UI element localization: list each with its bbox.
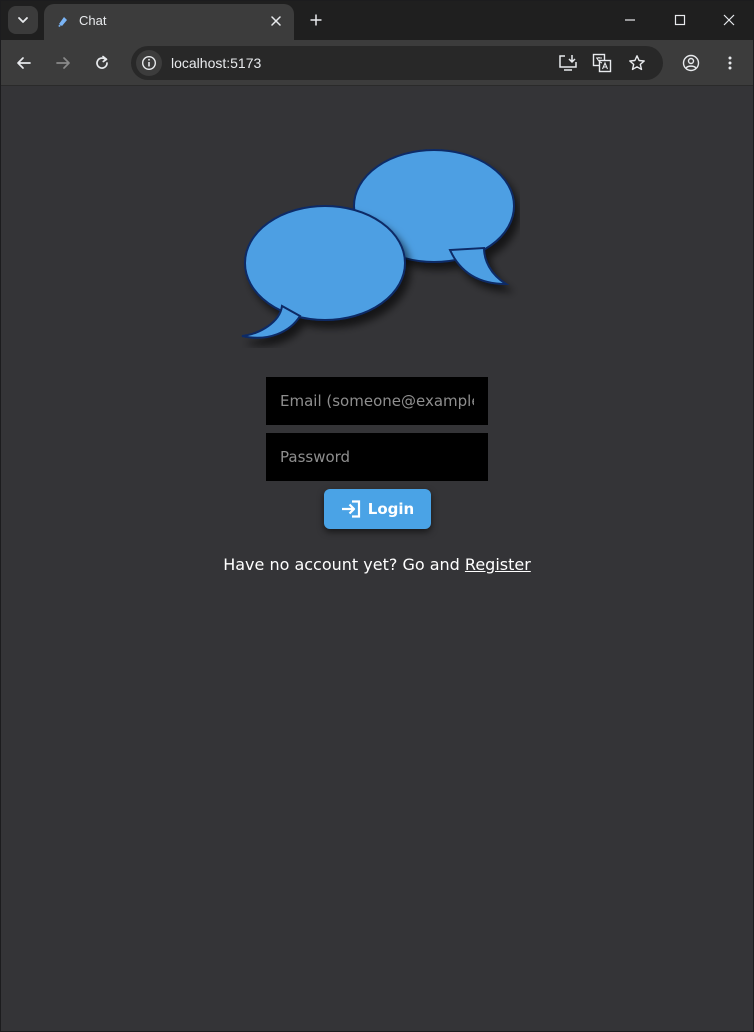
register-prompt: Have no account yet? Go and Register (0, 555, 754, 574)
url-text[interactable]: localhost:5173 (171, 55, 261, 71)
bookmark-button[interactable] (626, 52, 648, 74)
translate-button[interactable] (591, 52, 613, 74)
address-bar[interactable]: localhost:5173 (131, 46, 663, 80)
login-arrow-icon (341, 500, 360, 518)
star-icon (629, 55, 645, 71)
tab-search-button[interactable] (8, 6, 38, 34)
close-icon (723, 14, 735, 26)
register-link[interactable]: Register (465, 555, 531, 574)
install-app-icon (559, 55, 577, 71)
menu-button[interactable] (717, 50, 743, 76)
site-info-button[interactable] (136, 50, 162, 76)
maximize-button[interactable] (655, 0, 705, 40)
new-tab-button[interactable] (304, 9, 328, 31)
tab-close-button[interactable] (268, 13, 284, 29)
reload-button[interactable] (89, 50, 115, 76)
reload-icon (96, 55, 108, 69)
favicon-icon (58, 17, 67, 27)
translate-icon (592, 53, 612, 73)
password-input[interactable] (266, 433, 488, 481)
email-input[interactable] (266, 377, 488, 425)
close-icon (271, 16, 281, 26)
register-prompt-text: Have no account yet? Go and (223, 555, 460, 574)
browser-toolbar: localhost:5173 (0, 40, 754, 86)
back-arrow-icon (17, 57, 31, 69)
login-button-label: Login (367, 500, 415, 518)
info-icon (141, 55, 157, 71)
window-close-button[interactable] (704, 0, 754, 40)
minimize-button[interactable] (605, 0, 655, 40)
plus-icon (310, 14, 322, 26)
chevron-down-icon (18, 17, 28, 23)
forward-arrow-icon (56, 57, 70, 69)
minimize-icon (625, 19, 635, 21)
more-vert-icon (728, 56, 732, 70)
profile-button[interactable] (678, 50, 704, 76)
login-button[interactable]: Login (324, 489, 431, 529)
install-app-button[interactable] (557, 52, 579, 74)
profile-icon (682, 54, 700, 72)
forward-button[interactable] (50, 50, 76, 76)
browser-titlebar: Chat (0, 0, 754, 40)
browser-tab[interactable]: Chat (44, 4, 294, 40)
maximize-icon (674, 14, 686, 26)
tab-title: Chat (79, 13, 107, 28)
chat-bubbles-icon (241, 149, 515, 339)
back-button[interactable] (11, 50, 37, 76)
